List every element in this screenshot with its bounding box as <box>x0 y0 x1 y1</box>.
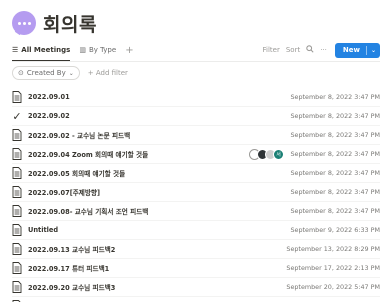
list-item[interactable]: 2022.09.08- 교수님 기획서 조언 피드백 September 8, 2… <box>12 202 380 221</box>
meeting-title[interactable]: 2022.09.17 튜터 피드백1 <box>28 263 109 273</box>
page-title[interactable]: 회의록 <box>43 10 97 37</box>
meeting-title[interactable]: 2022.09.01 <box>28 93 70 101</box>
meeting-title[interactable]: 2022.09.08- 교수님 기획서 조언 피드백 <box>28 206 148 216</box>
document-icon <box>12 224 22 236</box>
meeting-title[interactable]: 2022.09.04 Zoom 회의때 얘기할 것들 <box>28 149 148 159</box>
page-header: 회의록 <box>12 8 97 38</box>
meeting-title[interactable]: 2022.09.05 회의때 얘기할 것들 <box>28 168 125 178</box>
collaborator-avatars[interactable]: 서 <box>249 149 284 160</box>
document-icon <box>12 243 22 255</box>
meeting-title[interactable]: Untitled <box>28 226 58 234</box>
tab-label: By Type <box>88 46 117 54</box>
list-item[interactable]: 2022.09.17 튜터 피드백1 September 17, 2022 2:1… <box>12 259 380 278</box>
add-filter-button[interactable]: + Add filter <box>88 69 128 77</box>
meeting-title[interactable]: 2022.09.07[주제방향] <box>28 187 100 197</box>
database-toolbar: ☰ All Meetings ▥ By Type + Filter Sort ·… <box>12 42 380 61</box>
meeting-title[interactable]: 2022.09.02 <box>28 112 70 120</box>
created-time: September 8, 2022 3:47 PM <box>290 112 380 120</box>
tab-all-meetings[interactable]: ☰ All Meetings <box>12 42 71 61</box>
meeting-title[interactable]: 2022.09.13 교수님 피드백2 <box>28 244 115 254</box>
new-button-divider <box>365 45 367 55</box>
new-button-label: New <box>342 46 360 54</box>
created-time: September 8, 2022 3:47 PM <box>290 150 380 158</box>
list-item[interactable]: 2022.09.05 회의때 얘기할 것들 September 8, 2022 3… <box>12 164 380 183</box>
created-time: September 8, 2022 3:47 PM <box>290 188 380 196</box>
list-item[interactable]: 2022.09.04 Zoom 회의때 얘기할 것들 서 September 8, … <box>12 145 380 164</box>
list-item[interactable]: ✓ 2022.09.02 September 8, 2022 3:47 PM <box>12 107 380 126</box>
created-time: September 17, 2022 2:13 PM <box>286 264 380 272</box>
board-icon: ▥ <box>79 46 86 54</box>
tab-label: All Meetings <box>21 46 71 54</box>
document-icon <box>12 148 22 160</box>
document-icon <box>12 281 22 293</box>
document-icon <box>12 262 22 274</box>
tab-by-type[interactable]: ▥ By Type <box>79 42 116 58</box>
meeting-list: 2022.09.01 September 8, 2022 3:47 PM ✓ 2022… <box>12 88 380 302</box>
created-time: September 13, 2022 8:29 PM <box>286 245 380 253</box>
chevron-down-icon[interactable]: ⌄ <box>371 47 376 54</box>
filter-bar: ⊙ Created By ⌄ + Add filter <box>12 66 128 80</box>
list-item[interactable]: 2022.09.02 - 교수님 논문 피드백 September 8, 2022… <box>12 126 380 145</box>
created-time: September 8, 2022 3:47 PM <box>290 207 380 215</box>
sort-button[interactable]: Sort <box>286 46 300 54</box>
document-icon <box>12 129 22 141</box>
avatar: 서 <box>273 149 284 160</box>
document-icon <box>12 91 22 103</box>
list-icon: ☰ <box>12 46 19 54</box>
filter-button[interactable]: Filter <box>263 46 280 54</box>
list-item[interactable]: 중간발표 이후 회의September 27, 2022 4:01 PM <box>12 297 380 302</box>
document-icon <box>12 186 22 198</box>
list-item[interactable]: 2022.09.13 교수님 피드백2 September 13, 2022 8:… <box>12 240 380 259</box>
speech-bubble-icon <box>12 11 36 35</box>
new-button[interactable]: New ⌄ <box>334 42 380 58</box>
more-options-button[interactable]: ··· <box>320 46 327 54</box>
document-icon <box>12 167 22 179</box>
meeting-title[interactable]: 2022.09.20 교수님 피드백3 <box>28 282 115 292</box>
person-icon: ⊙ <box>18 69 24 77</box>
created-time: September 8, 2022 3:47 PM <box>290 93 380 101</box>
search-icon[interactable] <box>306 45 314 55</box>
list-item[interactable]: 2022.09.01 September 8, 2022 3:47 PM <box>12 88 380 107</box>
document-icon <box>12 205 22 217</box>
created-time: September 8, 2022 3:47 PM <box>290 131 380 139</box>
created-by-filter[interactable]: ⊙ Created By ⌄ <box>12 66 80 80</box>
created-time: September 8, 2022 3:47 PM <box>290 169 380 177</box>
created-time: September 20, 2022 5:47 PM <box>286 283 380 291</box>
toolbar-actions: Filter Sort ··· New ⌄ <box>257 42 380 58</box>
meeting-title[interactable]: 2022.09.02 - 교수님 논문 피드백 <box>28 130 130 140</box>
list-item[interactable]: 2022.09.20 교수님 피드백3 September 20, 2022 5:… <box>12 278 380 297</box>
checkmark-icon: ✓ <box>12 109 22 123</box>
add-view-button[interactable]: + <box>125 45 133 56</box>
filter-label: Created By <box>26 69 66 77</box>
list-item[interactable]: Untitled September 9, 2022 6:33 PM <box>12 221 380 240</box>
list-item[interactable]: 2022.09.07[주제방향] September 8, 2022 3:47 P… <box>12 183 380 202</box>
chevron-down-icon: ⌄ <box>68 69 74 77</box>
toolbar-divider <box>12 61 380 62</box>
created-time: September 9, 2022 6:33 PM <box>290 226 380 234</box>
